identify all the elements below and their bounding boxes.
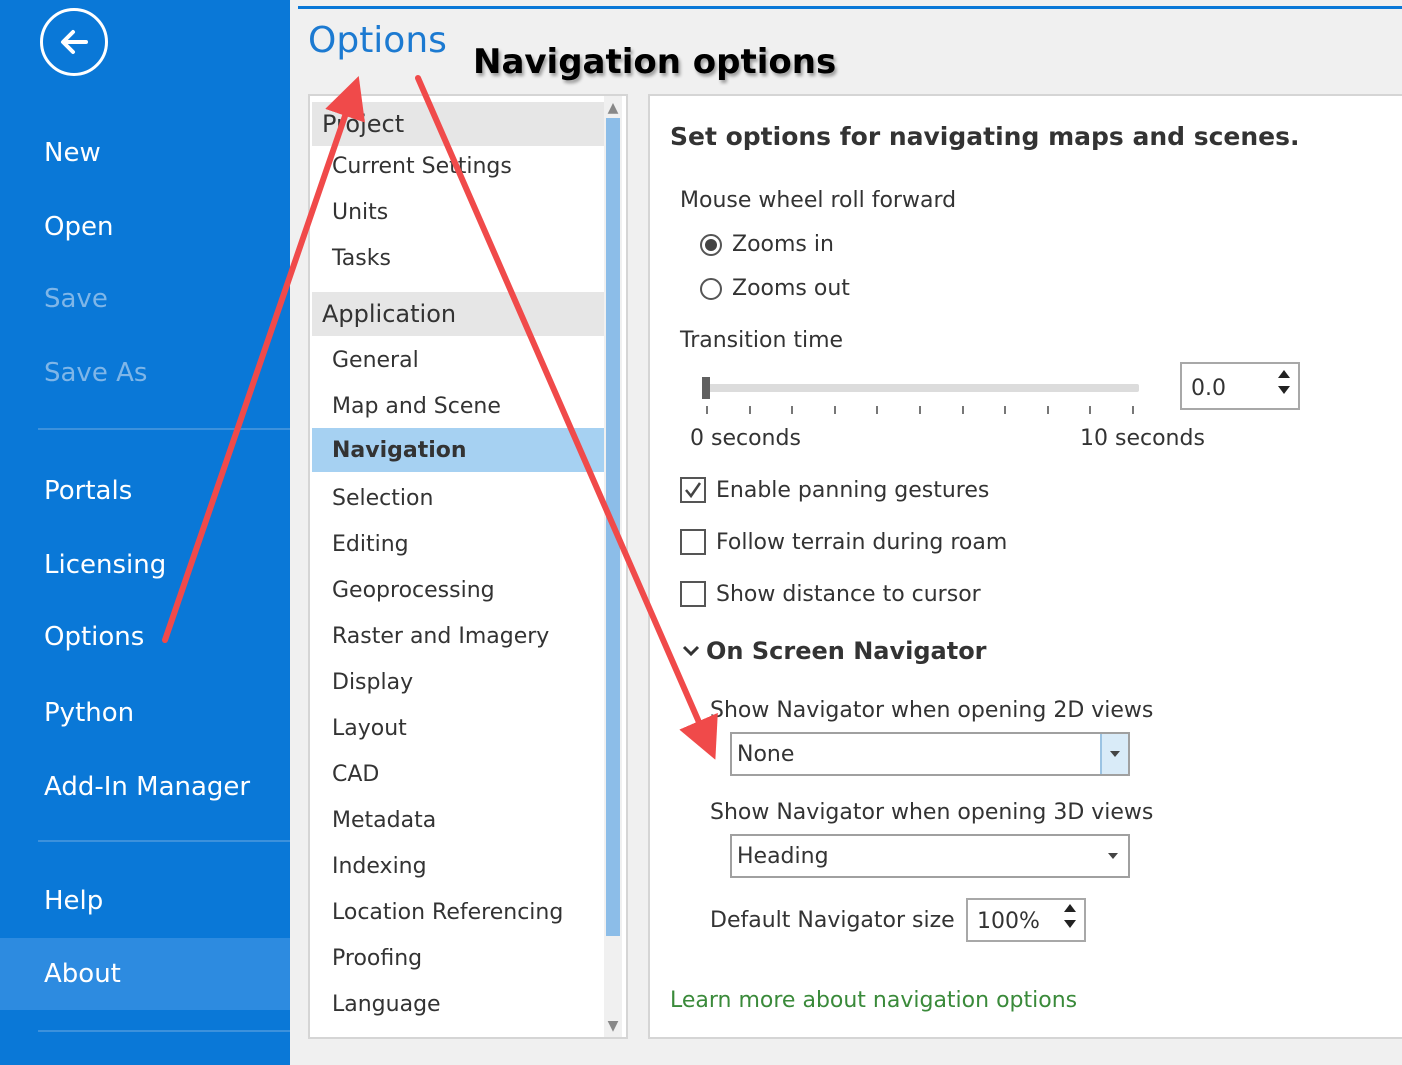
navigator-size-spinner[interactable]: 100% (966, 898, 1086, 942)
category-group-application: Application (312, 292, 604, 336)
navigator-2d-value[interactable]: None (737, 742, 794, 767)
spin-up-icon[interactable] (1278, 370, 1290, 378)
sidebar-divider (38, 840, 290, 842)
sidebar-item-about[interactable]: About (0, 938, 290, 1010)
spin-up-icon[interactable] (1064, 904, 1076, 912)
sidebar-divider (38, 1030, 290, 1032)
navigator-size-value[interactable]: 100% (977, 909, 1040, 934)
navigator-size-label: Default Navigator size (710, 908, 955, 933)
checkbox-follow-terrain-label[interactable]: Follow terrain during roam (716, 530, 1007, 555)
back-arrow-icon (61, 30, 88, 54)
category-group-project: Project (312, 102, 604, 146)
category-item-location-referencing[interactable]: Location Referencing (312, 890, 604, 934)
backstage-sidebar: New Open Save Save As Portals Licensing … (0, 0, 290, 1065)
sidebar-item-help[interactable]: Help (0, 873, 290, 929)
back-button[interactable] (40, 8, 108, 76)
mouse-wheel-label: Mouse wheel roll forward (680, 188, 957, 213)
slider-tick (962, 406, 964, 414)
navigator-2d-dropdown[interactable]: None (730, 732, 1130, 776)
category-item-display[interactable]: Display (312, 660, 604, 704)
navigator-2d-label: Show Navigator when opening 2D views (710, 698, 1154, 723)
category-item-map-and-scene[interactable]: Map and Scene (312, 384, 604, 428)
slider-tick (791, 406, 793, 414)
category-item-language[interactable]: Language (312, 982, 604, 1026)
checkmark-icon (685, 482, 702, 499)
annotation-title: Navigation options (473, 42, 837, 82)
slider-tick (876, 406, 878, 414)
sidebar-item-python[interactable]: Python (0, 685, 290, 741)
slider-tick (1004, 406, 1006, 414)
spinner-arrows[interactable] (1278, 370, 1290, 394)
category-item-indexing[interactable]: Indexing (312, 844, 604, 888)
category-item-navigation[interactable]: Navigation (312, 428, 604, 472)
sidebar-item-portals[interactable]: Portals (0, 463, 290, 519)
page-title: Options (308, 20, 447, 61)
checkbox-follow-terrain[interactable] (680, 529, 706, 555)
checkbox-enable-panning-label[interactable]: Enable panning gestures (716, 478, 989, 503)
navigator-3d-value[interactable]: Heading (737, 844, 829, 869)
category-item-metadata[interactable]: Metadata (312, 798, 604, 842)
navigator-3d-dropdown[interactable]: Heading (730, 834, 1130, 878)
transition-time-spinner[interactable]: 0.0 (1180, 362, 1300, 410)
sidebar-item-open[interactable]: Open (0, 199, 290, 255)
slider-tick (919, 406, 921, 414)
scroll-down-icon[interactable]: ▼ (604, 1016, 622, 1036)
section-on-screen-navigator[interactable]: On Screen Navigator (706, 637, 987, 665)
radio-zooms-in-label[interactable]: Zooms in (732, 232, 834, 257)
category-item-current-settings[interactable]: Current Settings (312, 144, 604, 188)
slider-tick (706, 406, 708, 414)
sidebar-item-add-in-manager[interactable]: Add-In Manager (0, 759, 290, 815)
radio-zooms-out-label[interactable]: Zooms out (732, 276, 850, 301)
spin-down-icon[interactable] (1278, 386, 1290, 394)
slider-min-label: 0 seconds (690, 426, 801, 451)
sidebar-item-licensing[interactable]: Licensing (0, 537, 290, 593)
transition-time-slider-thumb[interactable] (702, 377, 710, 399)
learn-more-link[interactable]: Learn more about navigation options (670, 988, 1077, 1013)
transition-time-value[interactable]: 0.0 (1191, 376, 1226, 401)
slider-tick (1089, 406, 1091, 414)
category-scrollbar-thumb[interactable] (606, 118, 620, 936)
navigator-3d-label: Show Navigator when opening 3D views (710, 800, 1154, 825)
dropdown-button[interactable] (1100, 734, 1128, 774)
radio-zooms-out[interactable] (700, 278, 722, 300)
sidebar-item-save[interactable]: Save (0, 271, 290, 327)
panel-heading: Set options for navigating maps and scen… (670, 122, 1300, 151)
chevron-down-icon (1110, 751, 1120, 757)
chevron-down-icon[interactable] (682, 644, 700, 658)
sidebar-item-options[interactable]: Options (0, 609, 290, 665)
slider-tick (834, 406, 836, 414)
top-accent-line (298, 6, 1402, 9)
category-item-cad[interactable]: CAD (312, 752, 604, 796)
checkbox-enable-panning[interactable] (680, 477, 706, 503)
chevron-down-icon (1108, 853, 1118, 859)
category-item-tasks[interactable]: Tasks (312, 236, 604, 280)
radio-zooms-in[interactable] (700, 234, 722, 256)
transition-time-slider[interactable] (705, 384, 1139, 392)
sidebar-item-save-as[interactable]: Save As (0, 345, 290, 401)
slider-tick (1047, 406, 1049, 414)
scroll-up-icon[interactable]: ▲ (604, 98, 622, 118)
checkbox-show-distance[interactable] (680, 581, 706, 607)
category-item-geoprocessing[interactable]: Geoprocessing (312, 568, 604, 612)
slider-max-label: 10 seconds (1080, 426, 1205, 451)
spinner-arrows[interactable] (1064, 904, 1076, 928)
checkbox-show-distance-label[interactable]: Show distance to cursor (716, 582, 981, 607)
category-item-proofing[interactable]: Proofing (312, 936, 604, 980)
category-list: Project Current Settings Units Tasks App… (308, 94, 628, 1039)
sidebar-divider (38, 428, 290, 430)
category-item-general[interactable]: General (312, 338, 604, 382)
transition-time-label: Transition time (680, 328, 844, 353)
category-item-editing[interactable]: Editing (312, 522, 604, 566)
spin-down-icon[interactable] (1064, 920, 1076, 928)
sidebar-item-new[interactable]: New (0, 125, 290, 181)
category-item-units[interactable]: Units (312, 190, 604, 234)
category-item-selection[interactable]: Selection (312, 476, 604, 520)
slider-tick (749, 406, 751, 414)
category-item-raster-and-imagery[interactable]: Raster and Imagery (312, 614, 604, 658)
category-item-layout[interactable]: Layout (312, 706, 604, 750)
slider-tick (1132, 406, 1134, 414)
